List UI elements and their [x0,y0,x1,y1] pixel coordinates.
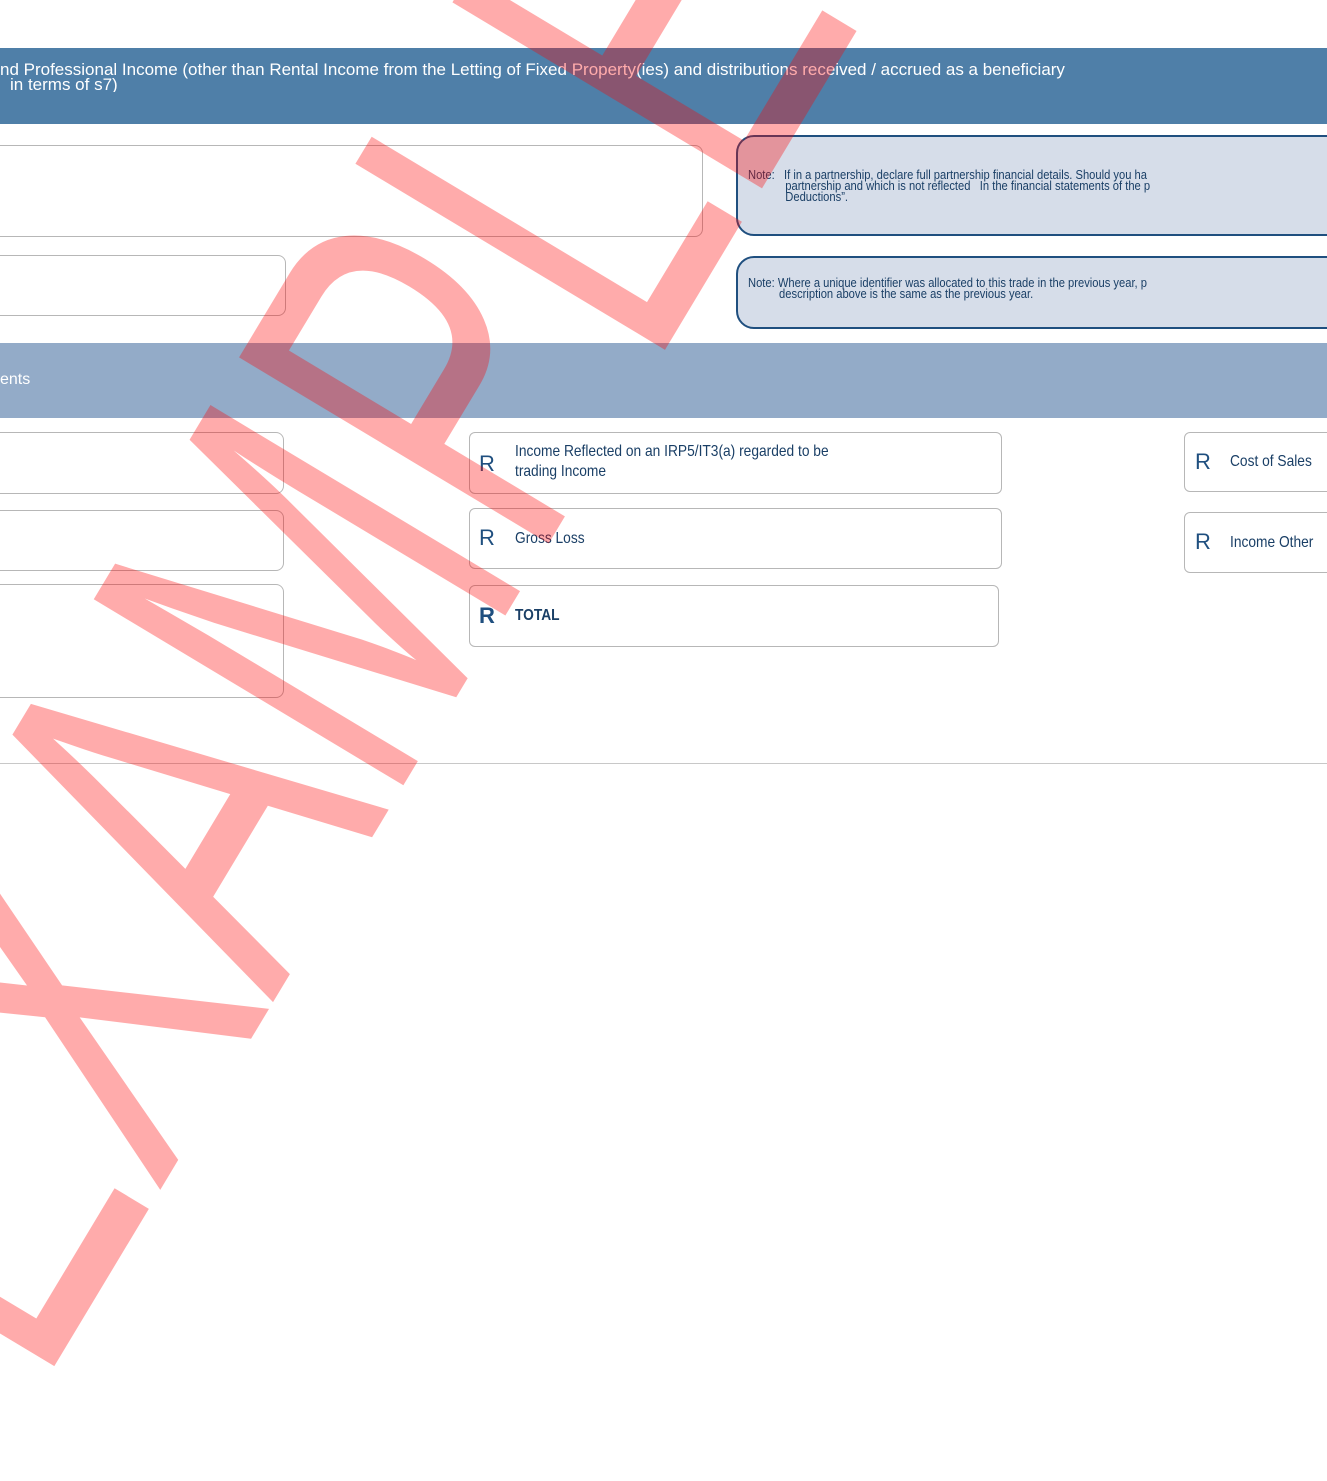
gross-loss-label: Gross Loss [515,530,585,547]
cost-of-sales-field[interactable]: R Cost of Sales [1184,432,1327,492]
income-other-field[interactable]: R Income Other [1184,512,1327,573]
partnership-note-text: Note: If in a partnership, declare full … [748,167,1151,204]
currency-symbol: R [1195,529,1211,554]
left-amount-field-1[interactable] [0,432,284,494]
income-other-label: Income Other [1230,534,1314,551]
left-amount-field-2[interactable] [0,510,284,571]
left-amount-field-3[interactable] [0,584,284,698]
currency-symbol: R [479,451,495,476]
identifier-note: Note: Where a unique identifier was allo… [736,256,1327,329]
section-header-line2: in terms of s7) [10,75,118,92]
cost-of-sales-label: Cost of Sales [1230,453,1312,470]
trade-description-field[interactable] [0,145,703,237]
currency-symbol: R [479,603,495,628]
subsection-title: ents [0,371,31,388]
partnership-note: Note: If in a partnership, declare full … [736,135,1327,236]
total-label: TOTAL [515,607,560,624]
irp5-income-field[interactable]: R Income Reflected on an IRP5/IT3(a) reg… [469,432,1002,494]
subsection-header-bar [0,343,1327,418]
section-divider [0,763,1327,764]
gross-loss-field[interactable]: R Gross Loss [469,508,1002,569]
identifier-note-text: Note: Where a unique identifier was allo… [748,275,1147,301]
section-header-line1: nd Professional Income (other than Renta… [0,62,1065,79]
section-header-title: nd Professional Income (other than Renta… [0,62,1327,92]
unique-identifier-field[interactable] [0,255,286,316]
currency-symbol: R [1195,449,1211,474]
total-field[interactable]: R TOTAL [469,585,999,647]
currency-symbol: R [479,525,495,550]
irp5-income-label: Income Reflected on an IRP5/IT3(a) regar… [515,443,829,480]
